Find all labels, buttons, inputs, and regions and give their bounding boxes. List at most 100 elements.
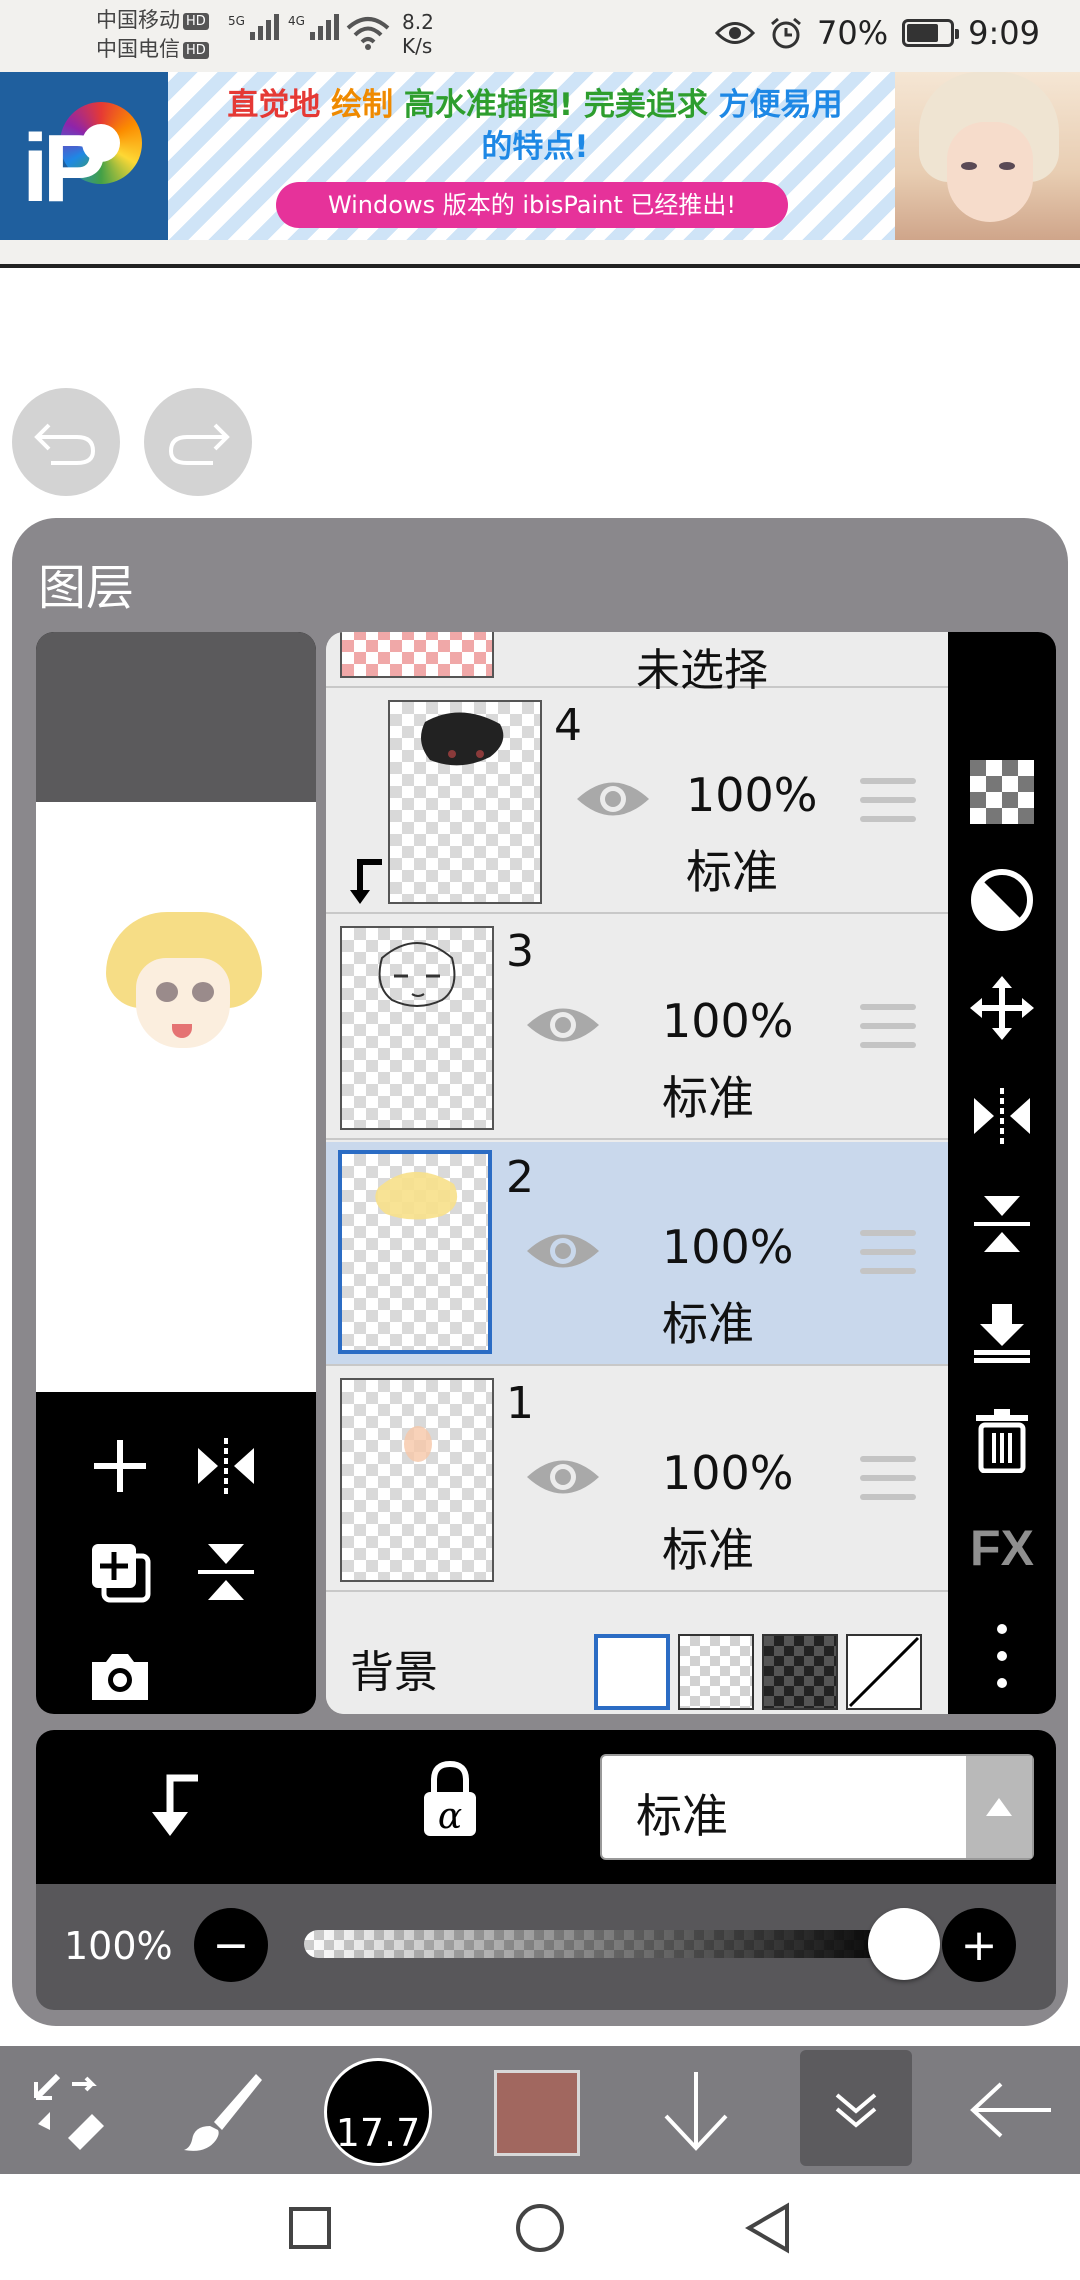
camera-icon [92,1654,148,1700]
opacity-slider[interactable] [304,1930,904,1958]
blend-mode-dropdown[interactable]: 标准 [600,1754,1034,1860]
recent-apps-button[interactable] [280,2198,340,2258]
background-transparent-light-swatch[interactable] [678,1634,754,1710]
drag-handle-icon[interactable] [860,1456,916,1500]
layer-blend-mode: 标准 [662,1071,754,1125]
logo-text: iP [22,115,107,222]
layer-thumbnail [388,700,542,904]
system-nav-bar [0,2174,1080,2280]
battery-percent: 70% [817,14,889,52]
background-label: 背景 [350,1647,438,1698]
canvas-preview [36,632,316,1714]
hd-badge: HD [183,12,209,30]
banner-divider-area [0,240,1080,264]
layer-thumbnail [338,1150,492,1354]
recent-apps-icon [289,2207,331,2249]
alpha-lock-icon[interactable]: α [420,1760,480,1840]
signal-5g-icon: 5G [228,14,279,40]
layer-thumbnail [340,1378,494,1582]
side-flip-vertical-button[interactable] [966,1188,1038,1260]
signal-4g-icon: 4G [288,14,339,40]
back-nav-icon [745,2202,789,2254]
brush-tool-button[interactable] [172,2046,272,2174]
undo-button[interactable] [12,388,120,496]
opacity-minus-button[interactable]: − [194,1908,268,1982]
unselected-row[interactable]: 未选择 [326,632,948,696]
drag-handle-icon[interactable] [860,1230,916,1274]
fx-button[interactable]: FX [966,1512,1038,1584]
merge-down-icon [974,1304,1030,1363]
home-button[interactable] [510,2198,570,2258]
layer-list: 未选择 4 100% 标准 3 100% 标准 2 100% 标准 1 100%… [326,632,948,1714]
add-layer-icon [94,1440,146,1492]
merge-down-button[interactable] [966,1296,1038,1368]
ad-banner[interactable]: iP 直觉地 绘制 高水准插图! 完美追求 方便易用 的特点! Windows … [0,72,1080,240]
layer-blend-mode: 标准 [662,1523,754,1577]
dropdown-arrow[interactable] [966,1756,1032,1858]
transform-tool-button[interactable] [20,2046,120,2174]
preview-canvas[interactable] [36,802,316,1392]
transparency-button[interactable] [966,756,1038,828]
back-button[interactable] [960,2046,1060,2174]
current-color-button[interactable] [494,2070,580,2156]
drag-handle-icon[interactable] [860,1004,916,1048]
collapse-panel-button[interactable] [800,2050,912,2166]
flip-vertical-icon [974,1196,1030,1252]
ad-character-image [895,72,1080,240]
visibility-eye-icon[interactable] [524,1452,602,1502]
delete-layer-button[interactable] [966,1404,1038,1476]
move-icon [970,976,1034,1040]
layer-number: 1 [506,1378,534,1429]
invert-icon [971,869,1033,931]
more-options-button[interactable] [966,1620,1038,1692]
camera-button[interactable] [80,1636,160,1714]
side-toolbar: FX [948,632,1056,1714]
ad-cta-button[interactable]: Windows 版本的 ibisPaint 已经推出! [276,182,788,228]
layer-row-4[interactable]: 4 100% 标准 [326,690,948,914]
unselected-label: 未选择 [636,645,768,696]
carrier-info: 中国移动 HD 中国电信 HD [96,6,209,64]
brush-icon [184,2074,262,2151]
clip-icon[interactable] [144,1772,204,1840]
brush-size-button[interactable]: 17.7 [324,2058,432,2166]
wifi-icon [346,17,390,50]
flip-horizontal-button[interactable] [186,1426,266,1506]
hd-badge: HD [183,41,209,59]
minus-icon: − [212,1919,250,1971]
brush-size-value: 17.7 [335,2111,421,2155]
transform-tool-icon [33,2073,104,2150]
invert-button[interactable] [966,864,1038,936]
back-nav-button[interactable] [738,2198,798,2258]
flip-vertical-button[interactable] [186,1532,266,1612]
flip-horizontal-icon [198,1438,254,1494]
duplicate-layer-icon [92,1544,151,1603]
drag-handle-icon[interactable] [860,778,916,822]
ibispaint-logo: iP [0,72,168,240]
background-none-swatch[interactable] [846,1634,922,1710]
status-right: 70% 9:09 [715,14,1040,52]
background-transparent-dark-swatch[interactable] [762,1634,838,1710]
blend-mode-value: 标准 [636,1789,728,1843]
move-button[interactable] [966,972,1038,1044]
background-white-swatch[interactable] [594,1634,670,1710]
ad-headline: 直觉地 绘制 高水准插图! 完美追求 方便易用 的特点! [227,87,843,165]
layer-row-1[interactable]: 1 100% 标准 [326,1368,948,1592]
clip-arrow-icon [350,859,382,904]
layer-opacity: 100% [662,1220,794,1274]
add-layer-button[interactable] [80,1426,160,1506]
visibility-eye-icon[interactable] [524,1000,602,1050]
duplicate-layer-button[interactable] [80,1532,160,1612]
opacity-slider-knob[interactable] [868,1908,940,1980]
home-icon [516,2204,564,2252]
visibility-eye-icon[interactable] [574,774,652,824]
visibility-eye-icon[interactable] [524,1226,602,1276]
layer-row-3[interactable]: 3 100% 标准 [326,916,948,1140]
redo-button[interactable] [144,388,252,496]
layer-thumbnail [340,926,494,1130]
opacity-plus-button[interactable]: + [942,1908,1016,1982]
layer-blend-mode: 标准 [662,1297,754,1351]
layer-row-2[interactable]: 2 100% 标准 [326,1142,948,1366]
move-down-button[interactable] [650,2046,742,2174]
side-flip-horizontal-button[interactable] [966,1080,1038,1152]
layer-blend-mode: 标准 [686,845,778,899]
